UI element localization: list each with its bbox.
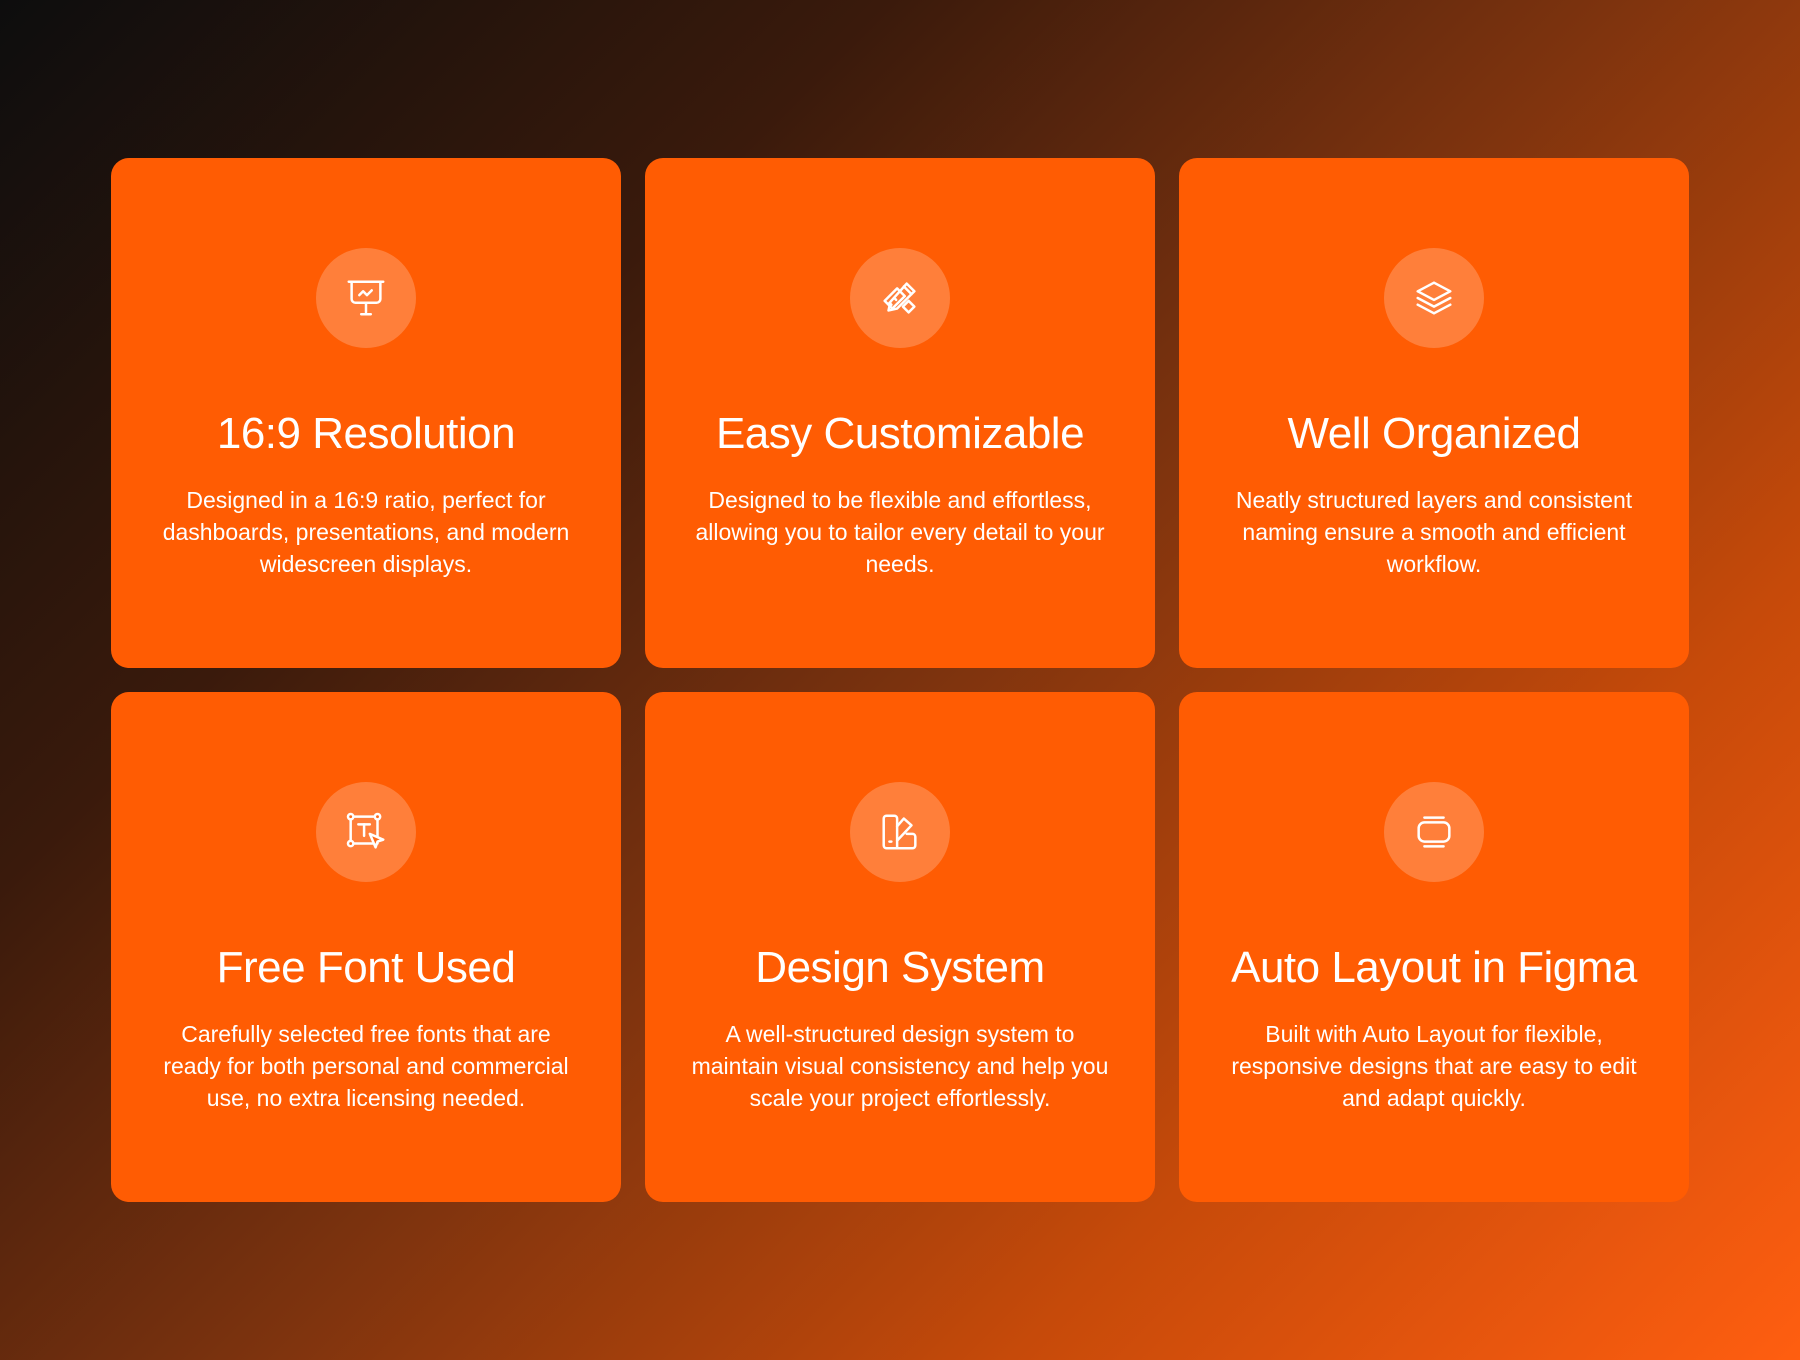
feature-card-customizable: Easy Customizable Designed to be flexibl… xyxy=(645,158,1155,668)
auto-layout-icon xyxy=(1417,816,1451,848)
feature-icon-circle xyxy=(316,782,416,882)
feature-card-auto-layout: Auto Layout in Figma Built with Auto Lay… xyxy=(1179,692,1689,1202)
feature-card-free-font: Free Font Used Carefully selected free f… xyxy=(111,692,621,1202)
feature-description: Built with Auto Layout for flexible, res… xyxy=(1231,1021,1637,1112)
feature-description: A well-structured design system to maint… xyxy=(691,1021,1109,1112)
feature-title: Free Font Used xyxy=(216,943,516,992)
feature-title: Design System xyxy=(755,943,1045,992)
feature-description: Designed in a 16:9 ratio, perfect for da… xyxy=(162,487,570,578)
feature-title: Easy Customizable xyxy=(715,409,1085,458)
presentation-board-icon xyxy=(347,280,385,316)
feature-card-organized: Well Organized Neatly structured layers … xyxy=(1179,158,1689,668)
feature-title: Well Organized xyxy=(1287,409,1582,458)
text-selection-cursor-icon xyxy=(346,812,385,849)
feature-grid: 16:9 Resolution Designed in a 16:9 ratio… xyxy=(111,158,1689,1202)
feature-icon-circle xyxy=(1384,248,1484,348)
layers-icon xyxy=(1416,281,1452,315)
feature-description: Carefully selected free fonts that are r… xyxy=(163,1021,569,1112)
pencil-ruler-icon xyxy=(883,282,916,314)
feature-card-resolution: 16:9 Resolution Designed in a 16:9 ratio… xyxy=(111,158,621,668)
feature-icon-circle xyxy=(850,782,950,882)
feature-card-design-system: Design System A well-structured design s… xyxy=(645,692,1155,1202)
feature-icon-circle xyxy=(316,248,416,348)
feature-title: 16:9 Resolution xyxy=(216,409,516,458)
feature-icon-circle xyxy=(850,248,950,348)
feature-title: Auto Layout in Figma xyxy=(1231,943,1637,992)
design-system-icon xyxy=(882,814,917,850)
feature-description: Designed to be flexible and effortless, … xyxy=(695,487,1105,578)
feature-description: Neatly structured layers and consistent … xyxy=(1235,487,1633,578)
feature-icon-circle xyxy=(1384,782,1484,882)
